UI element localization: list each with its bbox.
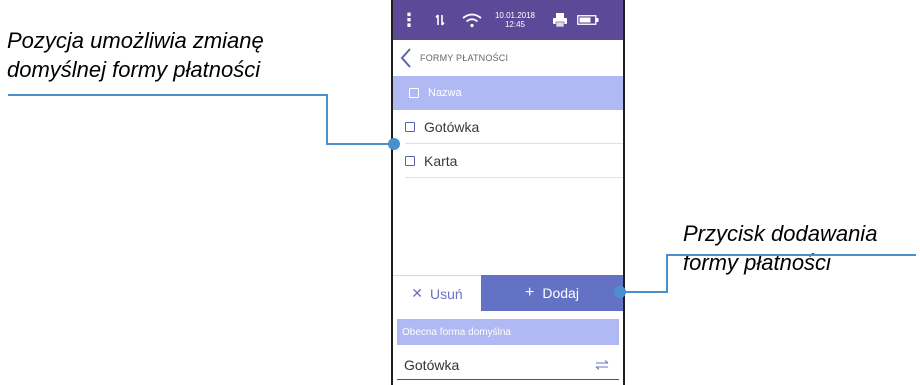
add-button[interactable]: + Dodaj bbox=[481, 275, 623, 311]
default-payment-label: Obecna forma domyślna bbox=[397, 319, 619, 345]
annotation-left: Pozycja umożliwia zmianę domyślnej formy… bbox=[7, 26, 264, 84]
signal-icon bbox=[433, 0, 447, 40]
payment-forms-list: Nazwa Gotówka Karta bbox=[393, 76, 623, 178]
list-header-row[interactable]: Nazwa bbox=[393, 76, 623, 110]
page-title: FORMY PŁATNOŚCI bbox=[420, 53, 509, 63]
battery-icon bbox=[576, 0, 600, 40]
annotation-right: Przycisk dodawania formy płatności bbox=[683, 219, 877, 277]
printer-icon bbox=[551, 0, 569, 40]
status-datetime: 10.01.2018 12:45 bbox=[493, 0, 537, 40]
nav-bar: FORMY PŁATNOŚCI bbox=[393, 40, 623, 76]
plus-icon: + bbox=[525, 284, 535, 301]
annotation-left-line1: Pozycja umożliwia zmianę bbox=[7, 28, 264, 53]
list-item-label: Gotówka bbox=[424, 118, 480, 135]
list-header-label: Nazwa bbox=[428, 87, 462, 99]
delete-button[interactable]: ✕ Usuń bbox=[393, 275, 481, 311]
back-button[interactable] bbox=[394, 40, 418, 76]
status-date: 10.01.2018 bbox=[494, 11, 536, 20]
annotation-right-line2: formy płatności bbox=[683, 250, 831, 275]
default-payment-selector[interactable]: Gotówka bbox=[397, 350, 619, 380]
swap-arrows-icon[interactable] bbox=[593, 359, 611, 371]
status-time: 12:45 bbox=[504, 20, 526, 29]
menu-dots-icon[interactable]: ⋮ bbox=[400, 0, 418, 40]
wifi-icon bbox=[459, 0, 485, 40]
annotation-left-line2: domyślnej formy płatności bbox=[7, 57, 261, 82]
action-bar: ✕ Usuń + Dodaj bbox=[393, 275, 623, 311]
delete-button-label: Usuń bbox=[430, 285, 463, 302]
close-icon: ✕ bbox=[411, 285, 424, 301]
annotation-right-line1: Przycisk dodawania bbox=[683, 221, 878, 246]
phone-screen: ⋮ 10.01.2018 12:45 FORMY PŁATNOŚCI Nazwa… bbox=[391, 0, 625, 385]
default-payment-panel: Obecna forma domyślna Gotówka bbox=[393, 311, 623, 385]
item-checkbox[interactable] bbox=[405, 155, 415, 166]
chevron-left-icon bbox=[400, 48, 411, 68]
list-item-label: Karta bbox=[424, 152, 458, 169]
list-item[interactable]: Gotówka bbox=[405, 110, 623, 144]
list-item[interactable]: Karta bbox=[405, 144, 623, 178]
leader-line-left bbox=[8, 94, 394, 145]
default-payment-value: Gotówka bbox=[404, 356, 460, 373]
select-all-checkbox[interactable] bbox=[409, 88, 419, 98]
item-checkbox[interactable] bbox=[405, 121, 415, 132]
status-bar: ⋮ 10.01.2018 12:45 bbox=[393, 0, 623, 40]
add-button-label: Dodaj bbox=[542, 285, 579, 301]
